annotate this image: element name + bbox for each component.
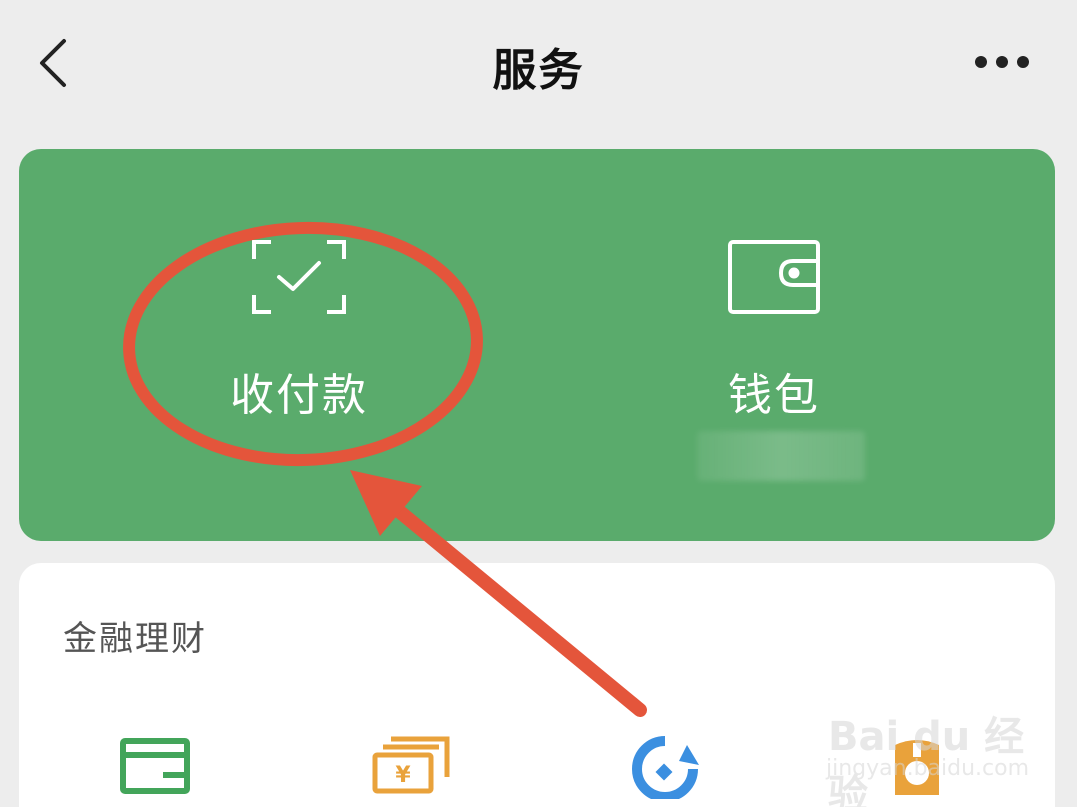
wallet-label: 钱包 (728, 370, 820, 421)
section-title: 金融理财 (63, 619, 207, 659)
payment-wallet-card: 收付款 钱包 (19, 149, 1055, 541)
scan-check-icon (252, 240, 346, 314)
watermark-url: jingyan.baidu.com (826, 756, 1030, 781)
pay-receive-button[interactable]: 收付款 (149, 239, 449, 423)
more-button[interactable] (970, 44, 1034, 80)
fund-icon[interactable] (625, 735, 705, 799)
pay-receive-label: 收付款 (230, 370, 368, 421)
wallet-button[interactable]: 钱包 (624, 239, 924, 423)
top-bar: 服务 (0, 0, 1077, 130)
watermark: Bai du 经验 jingyan.baidu.com (820, 690, 1060, 807)
svg-text:¥: ¥ (395, 763, 411, 788)
more-horizontal-icon (975, 56, 1029, 68)
credit-card-icon[interactable] (119, 735, 191, 795)
page-title: 服务 (492, 45, 585, 96)
yuan-bill-icon[interactable]: ¥ (371, 735, 451, 795)
blurred-balance (697, 431, 865, 481)
wallet-icon (728, 240, 820, 314)
